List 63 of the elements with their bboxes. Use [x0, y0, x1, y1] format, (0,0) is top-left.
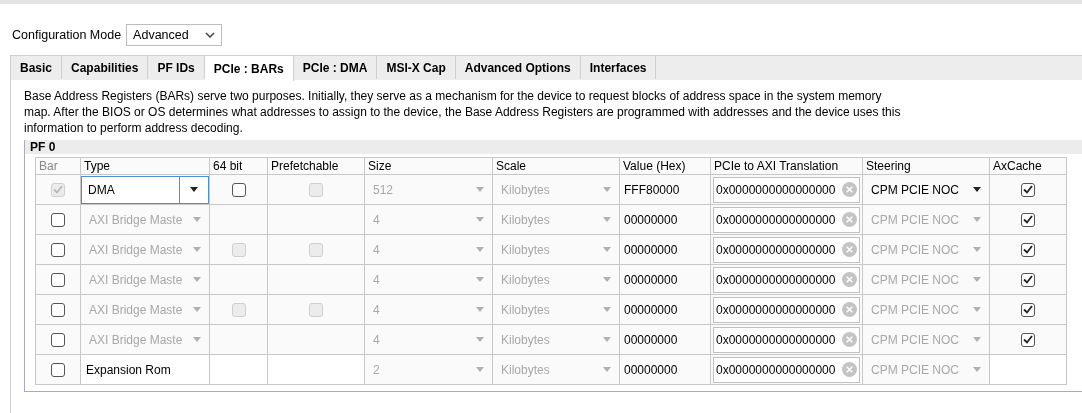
- checkbox[interactable]: [51, 362, 65, 377]
- caret-icon: [603, 337, 611, 342]
- translation-field[interactable]: 0x0000000000000000: [713, 296, 860, 323]
- caret-icon: [193, 217, 201, 222]
- caret-icon: [973, 277, 981, 282]
- caret-icon: [193, 277, 201, 282]
- checkbox[interactable]: [1021, 332, 1035, 347]
- caret-icon: [973, 217, 981, 222]
- caret-icon: [476, 277, 484, 282]
- caret-icon: [193, 247, 201, 252]
- caret-icon: [476, 307, 484, 312]
- hex-value: 00000000: [623, 271, 678, 289]
- caret-icon: [973, 367, 981, 372]
- checkbox[interactable]: [51, 332, 65, 347]
- checkbox[interactable]: [1021, 242, 1035, 257]
- mode-dropdown[interactable]: Advanced: [126, 24, 223, 46]
- checkbox[interactable]: [1021, 182, 1035, 197]
- caret-icon: [476, 337, 484, 342]
- caret-icon: [973, 187, 981, 192]
- caret-icon: [603, 187, 611, 192]
- description-text: Base Address Registers (BARs) serve two purposes. Initially, they serve as a mechanism for the device to request blocks of address space in the system memory map. After the BIOS or OS determines what addresses to assign to the device, the Base Address Registers are programmed with addresses and the device uses this information to perform address decoding.: [23, 88, 902, 136]
- caret-icon: [603, 307, 611, 312]
- type-dropdown[interactable]: DMA: [81, 175, 209, 204]
- translation-field[interactable]: 0x0000000000000000: [713, 176, 860, 203]
- hex-value: FFF80000: [623, 181, 680, 199]
- translation-field[interactable]: 0x0000000000000000: [713, 326, 860, 353]
- dropdown[interactable]: CPM PCIE NOC: [863, 180, 989, 199]
- checkbox[interactable]: [1021, 302, 1035, 317]
- caret-icon: [476, 217, 484, 222]
- checkbox[interactable]: [51, 272, 65, 287]
- hex-value: 00000000: [623, 241, 678, 259]
- caret-icon: [476, 367, 484, 372]
- checkbox[interactable]: [231, 182, 246, 197]
- caret-icon: [973, 307, 981, 312]
- caret-icon: [190, 187, 198, 192]
- hex-value: 00000000: [623, 361, 678, 379]
- translation-field[interactable]: 0x0000000000000000: [713, 266, 860, 293]
- caret-icon: [476, 247, 484, 252]
- caret-icon: [603, 247, 611, 252]
- caret-icon: [476, 187, 484, 192]
- field-label: Configuration Mode: [12, 26, 122, 44]
- checkbox[interactable]: [51, 302, 65, 317]
- caret-icon: [193, 337, 201, 342]
- tab[interactable]: PCIe : BARs: [204, 56, 294, 81]
- caret-icon: [603, 367, 611, 372]
- type-text: Expansion Rom: [85, 361, 171, 379]
- translation-field[interactable]: 0x0000000000000000: [713, 356, 860, 383]
- hex-value: 00000000: [623, 211, 678, 229]
- hex-value: 00000000: [623, 331, 678, 349]
- caret-icon: [973, 337, 981, 342]
- checkbox[interactable]: [51, 212, 65, 227]
- caret-icon: [973, 247, 981, 252]
- hex-value: 00000000: [623, 301, 678, 319]
- group-title: PF 0: [25, 140, 1082, 154]
- caret-icon: [603, 277, 611, 282]
- translation-field[interactable]: 0x0000000000000000: [713, 236, 860, 263]
- chevron-down-icon: [205, 32, 216, 38]
- checkbox[interactable]: [1021, 212, 1035, 227]
- checkbox[interactable]: [51, 242, 65, 257]
- caret-icon: [193, 307, 201, 312]
- caret-icon: [603, 217, 611, 222]
- checkbox[interactable]: [1021, 272, 1035, 287]
- translation-field[interactable]: 0x0000000000000000: [713, 206, 860, 233]
